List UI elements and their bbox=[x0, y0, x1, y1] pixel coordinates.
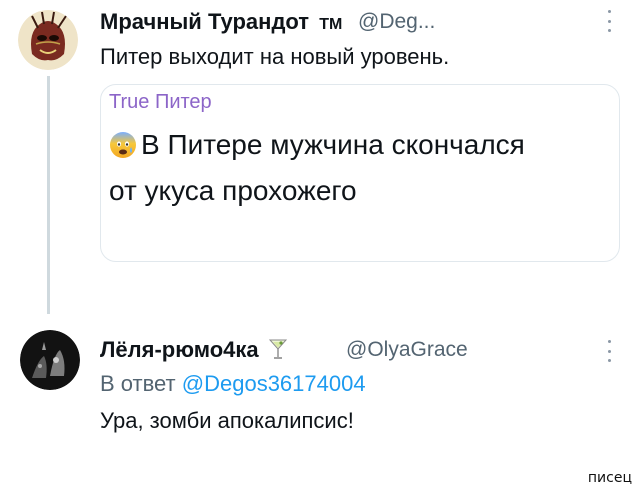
mask-avatar-icon bbox=[18, 10, 78, 70]
quote-line-1: В Питере мужчина скончался bbox=[109, 129, 525, 166]
reply-to: В ответ @Degos36174004 bbox=[100, 371, 366, 397]
reply-handle-link[interactable]: @Degos36174004 bbox=[182, 371, 366, 396]
more-options-icon[interactable] bbox=[606, 340, 612, 362]
dark-photo-avatar-icon bbox=[20, 330, 80, 390]
quote-line-2: от укуса прохожего bbox=[109, 175, 357, 206]
avatar[interactable] bbox=[18, 10, 78, 70]
anxious-face-emoji-icon bbox=[109, 131, 137, 166]
tweet-text: Ура, зомби апокалипсис! bbox=[100, 408, 354, 433]
watermark: писец bbox=[587, 470, 632, 486]
author-name[interactable]: Лёля-рюмо4ка bbox=[100, 337, 287, 366]
author-name-text: Мрачный Турандот bbox=[100, 9, 310, 34]
author-handle[interactable]: @OlyaGrace bbox=[346, 338, 468, 362]
quote-title: True Питер bbox=[109, 91, 212, 113]
quote-card[interactable]: True Питер В Питере мужчина скончался от… bbox=[100, 84, 620, 262]
cocktail-glass-icon bbox=[268, 338, 287, 366]
quote-line-1-text: В Питере мужчина скончался bbox=[141, 129, 525, 160]
author-name[interactable]: Мрачный Турандот ТМ bbox=[100, 9, 342, 35]
thread-line bbox=[47, 76, 50, 314]
tweet-text: Питер выходит на новый уровень. bbox=[100, 44, 450, 69]
author-name-text: Лёля-рюмо4ка bbox=[100, 337, 259, 362]
author-handle[interactable]: @Deg... bbox=[358, 10, 435, 34]
more-options-icon[interactable] bbox=[606, 10, 612, 32]
author-name-badge: ТМ bbox=[319, 16, 343, 33]
avatar[interactable] bbox=[20, 330, 80, 390]
reply-prefix: В ответ bbox=[100, 371, 176, 396]
